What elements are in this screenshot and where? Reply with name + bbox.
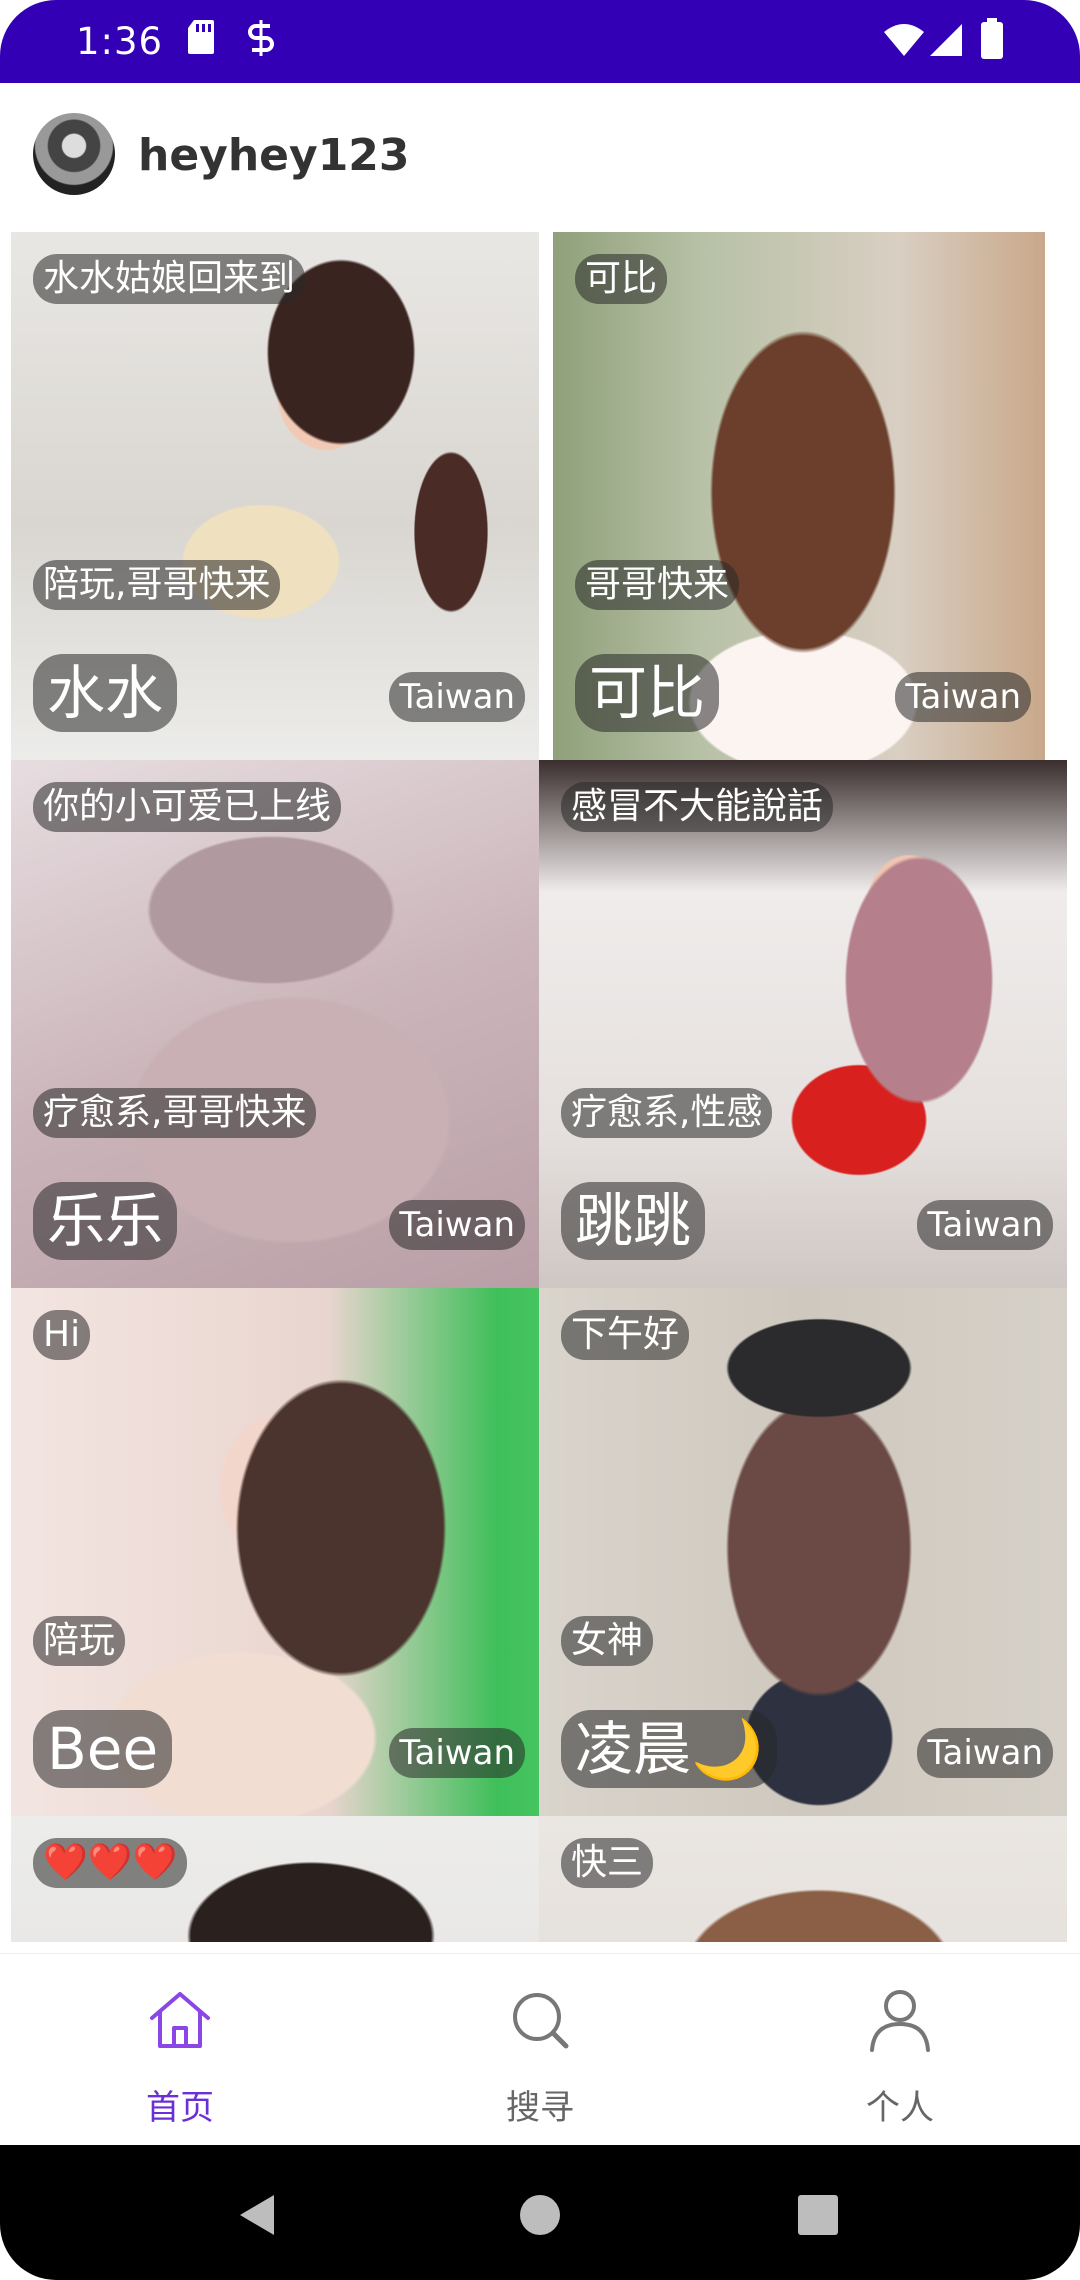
profile-card[interactable]: 可比 哥哥快来 可比 Taiwan xyxy=(553,232,1045,760)
bottom-navigation: 首页 搜寻 个人 xyxy=(0,1953,1080,2146)
sd-card-icon xyxy=(188,20,214,54)
card-tags: 疗愈系,性感 xyxy=(561,1088,773,1138)
profile-grid: 水水姑娘回来到 陪玩,哥哥快来 水水 Taiwan 可比 哥哥快来 可比 Tai… xyxy=(11,232,1069,1942)
nav-home[interactable]: 首页 xyxy=(80,1954,280,2146)
profile-card[interactable]: ❤️❤️❤️ xyxy=(11,1816,539,1942)
card-name: 可比 xyxy=(575,654,720,732)
profile-card[interactable]: Hi 陪玩 Bee Taiwan xyxy=(11,1288,539,1816)
card-name: 跳跳 xyxy=(561,1182,706,1260)
battery-icon xyxy=(981,18,1003,59)
app-header: heyhey123 xyxy=(0,83,1080,228)
card-country: Taiwan xyxy=(917,1200,1053,1250)
card-tagline: 你的小可爱已上线 xyxy=(33,782,342,832)
username: heyhey123 xyxy=(138,130,410,181)
card-tagline: ❤️❤️❤️ xyxy=(33,1838,188,1888)
nav-profile[interactable]: 个人 xyxy=(800,1954,1000,2146)
home-button-icon[interactable] xyxy=(518,2193,562,2237)
profile-card[interactable]: 你的小可爱已上线 疗愈系,哥哥快来 乐乐 Taiwan xyxy=(11,760,539,1288)
card-tagline: 可比 xyxy=(575,254,668,304)
card-tagline: 水水姑娘回来到 xyxy=(33,254,306,304)
card-tags: 疗愈系,哥哥快来 xyxy=(33,1088,317,1138)
card-tags: 女神 xyxy=(561,1616,654,1666)
nav-search-label: 搜寻 xyxy=(506,2088,574,2128)
card-name: 乐乐 xyxy=(33,1182,178,1260)
nav-home-label: 首页 xyxy=(146,2088,214,2128)
card-name: 凌晨🌙 xyxy=(561,1710,778,1788)
user-avatar[interactable] xyxy=(33,113,115,195)
card-country: Taiwan xyxy=(389,1728,525,1778)
card-country: Taiwan xyxy=(895,672,1031,722)
profile-card[interactable]: 快三 xyxy=(539,1816,1067,1942)
status-time: 1:36 xyxy=(76,20,164,63)
card-tags: 哥哥快来 xyxy=(575,560,740,610)
search-icon xyxy=(513,1993,569,2049)
card-country: Taiwan xyxy=(917,1728,1053,1778)
home-icon xyxy=(150,1992,210,2048)
card-name: 水水 xyxy=(33,654,178,732)
sync-icon xyxy=(248,20,274,56)
nav-profile-label: 个人 xyxy=(866,2088,934,2128)
nav-search[interactable]: 搜寻 xyxy=(440,1954,640,2146)
card-tagline: Hi xyxy=(33,1310,91,1360)
card-tagline: 感冒不大能說話 xyxy=(561,782,834,832)
card-country: Taiwan xyxy=(389,1200,525,1250)
card-tagline: 快三 xyxy=(561,1838,654,1888)
card-tagline: 下午好 xyxy=(561,1310,690,1360)
profile-card[interactable]: 感冒不大能說話 疗愈系,性感 跳跳 Taiwan xyxy=(539,760,1067,1288)
profile-card[interactable]: 下午好 女神 凌晨🌙 Taiwan xyxy=(539,1288,1067,1816)
wifi-icon xyxy=(884,24,924,56)
recents-icon[interactable] xyxy=(798,2195,838,2235)
profile-icon xyxy=(870,1990,930,2052)
signal-icon xyxy=(930,24,962,56)
back-icon[interactable] xyxy=(236,2193,280,2237)
card-name: Bee xyxy=(33,1710,173,1788)
card-country: Taiwan xyxy=(389,672,525,722)
card-tags: 陪玩 xyxy=(33,1616,126,1666)
system-navigation-bar xyxy=(0,2145,1080,2280)
status-bar: 1:36 xyxy=(0,0,1080,83)
profile-card[interactable]: 水水姑娘回来到 陪玩,哥哥快来 水水 Taiwan xyxy=(11,232,539,760)
card-tags: 陪玩,哥哥快来 xyxy=(33,560,281,610)
